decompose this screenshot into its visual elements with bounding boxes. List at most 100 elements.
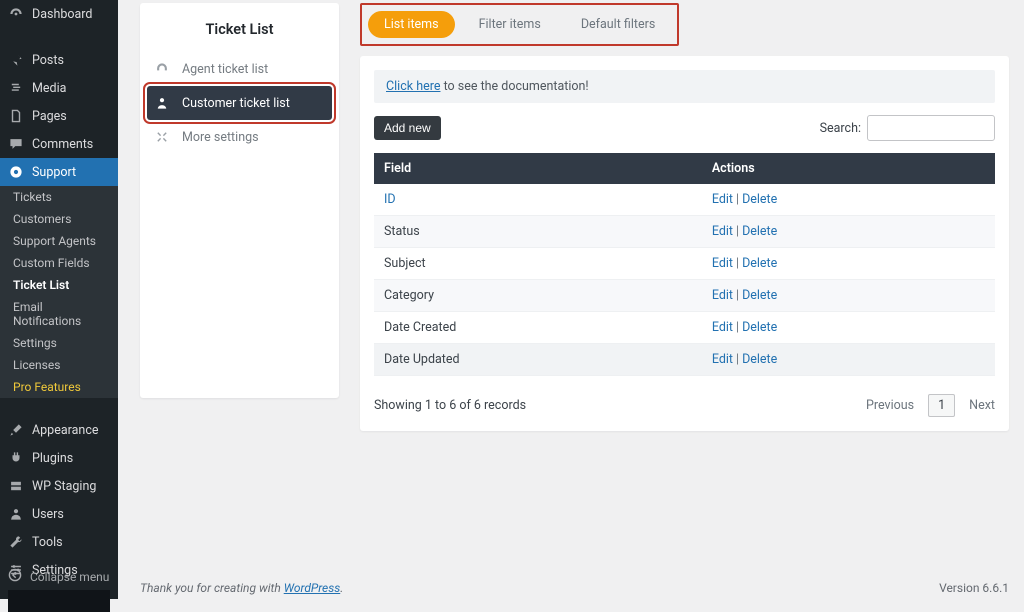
menu-posts[interactable]: Posts [0,46,118,74]
delete-link[interactable]: Delete [742,224,777,239]
delete-link[interactable]: Delete [742,320,777,335]
panel-item-label: Agent ticket list [182,62,268,77]
footer-wordpress-link[interactable]: WordPress [284,581,341,595]
menu-appearance[interactable]: Appearance [0,416,118,444]
cell-field: Date Updated [374,344,702,376]
pager-summary: Showing 1 to 6 of 6 records [374,398,526,413]
menu-comments[interactable]: Comments [0,130,118,158]
delete-link[interactable]: Delete [742,288,777,303]
documentation-rest: to see the documentation! [440,79,588,94]
panel-more-settings[interactable]: More settings [140,120,339,154]
documentation-link[interactable]: Click here [386,79,440,94]
submenu-email-notifications[interactable]: Email Notifications [0,296,118,332]
tab-list-items[interactable]: List items [368,11,455,38]
user-icon [8,506,24,522]
cell-field: Status [374,216,702,248]
support-submenu: TicketsCustomersSupport AgentsCustom Fie… [0,186,118,398]
table-row: Date UpdatedEdit|Delete [374,344,995,376]
wrench-icon [8,534,24,550]
person-icon [154,95,170,111]
pager: Showing 1 to 6 of 6 records Previous 1 N… [374,394,995,417]
collapse-menu[interactable]: Collapse menu [0,562,118,591]
menu-label: Plugins [32,451,73,466]
edit-link[interactable]: Edit [712,320,733,335]
field-link[interactable]: ID [384,192,396,207]
cell-actions: Edit|Delete [702,216,995,248]
table-row: Date CreatedEdit|Delete [374,312,995,344]
search-wrap: Search: [820,115,995,141]
edit-link[interactable]: Edit [712,224,733,239]
menu-wp-staging[interactable]: WP Staging [0,472,118,500]
pager-next[interactable]: Next [969,398,995,413]
menu-label: Support [32,165,76,180]
brush-icon [8,422,24,438]
search-input[interactable] [867,115,995,141]
cell-actions: Edit|Delete [702,184,995,216]
pager-prev[interactable]: Previous [866,398,914,413]
menu-label: Posts [32,53,64,68]
footer-thanks-pre: Thank you for creating with [140,581,284,595]
search-label: Search: [820,121,861,136]
submenu-tickets[interactable]: Tickets [0,186,118,208]
delete-link[interactable]: Delete [742,192,777,207]
collapse-label: Collapse menu [30,570,109,584]
menu-users[interactable]: Users [0,500,118,528]
active-pointer [118,150,124,162]
menu-dashboard[interactable]: Dashboard [0,0,118,28]
menu-label: Users [32,507,64,522]
tab-filter-items[interactable]: Filter items [463,11,557,38]
menu-label: Appearance [32,423,99,438]
menu-support[interactable]: Support [0,158,118,186]
menu-pages[interactable]: Pages [0,102,118,130]
panel-agent-ticket-list[interactable]: Agent ticket list [140,52,339,86]
ticket-list-panel: Ticket List Agent ticket list Customer ti… [140,3,339,398]
tab-default-filters[interactable]: Default filters [565,11,671,38]
panel-customer-ticket-list[interactable]: Customer ticket list [147,86,332,120]
footer-thanks-post: . [340,581,343,595]
submenu-settings[interactable]: Settings [0,332,118,354]
cell-field: ID [374,184,702,216]
server-icon [8,478,24,494]
menu-media[interactable]: Media [0,74,118,102]
cell-actions: Edit|Delete [702,312,995,344]
delete-link[interactable]: Delete [742,352,777,367]
plug-icon [8,450,24,466]
cell-actions: Edit|Delete [702,280,995,312]
pages-icon [8,108,24,124]
menu-plugins[interactable]: Plugins [0,444,118,472]
submenu-custom-fields[interactable]: Custom Fields [0,252,118,274]
submenu-support-agents[interactable]: Support Agents [0,230,118,252]
pager-page[interactable]: 1 [928,394,955,417]
delete-link[interactable]: Delete [742,256,777,271]
panel-title: Ticket List [140,13,339,52]
th-field: Field [374,153,702,184]
submenu-licenses[interactable]: Licenses [0,354,118,376]
sidebar-separator [8,590,110,612]
edit-link[interactable]: Edit [712,256,733,271]
table-row: StatusEdit|Delete [374,216,995,248]
submenu-ticket-list[interactable]: Ticket List [0,274,118,296]
submenu-customers[interactable]: Customers [0,208,118,230]
add-new-button[interactable]: Add new [374,116,441,140]
table-row: CategoryEdit|Delete [374,280,995,312]
cell-actions: Edit|Delete [702,344,995,376]
menu-label: Media [32,81,66,96]
menu-tools[interactable]: Tools [0,528,118,556]
menu-label: Dashboard [32,7,92,22]
documentation-note: Click here to see the documentation! [374,70,995,103]
list-items-card: Click here to see the documentation! Add… [360,56,1009,431]
submenu-pro-features[interactable]: Pro Features [0,376,118,398]
cell-field: Date Created [374,312,702,344]
edit-link[interactable]: Edit [712,352,733,367]
headset-icon [154,61,170,77]
edit-link[interactable]: Edit [712,288,733,303]
toolbar: Add new Search: [374,115,995,141]
collapse-icon [8,568,22,585]
cell-field: Category [374,280,702,312]
cell-field: Subject [374,248,702,280]
th-actions: Actions [702,153,995,184]
main-content: List items Filter items Default filters Cl… [360,3,1009,559]
media-icon [8,80,24,96]
wp-admin-sidebar: Dashboard Posts Media PagesComments Support T… [0,0,118,599]
edit-link[interactable]: Edit [712,192,733,207]
